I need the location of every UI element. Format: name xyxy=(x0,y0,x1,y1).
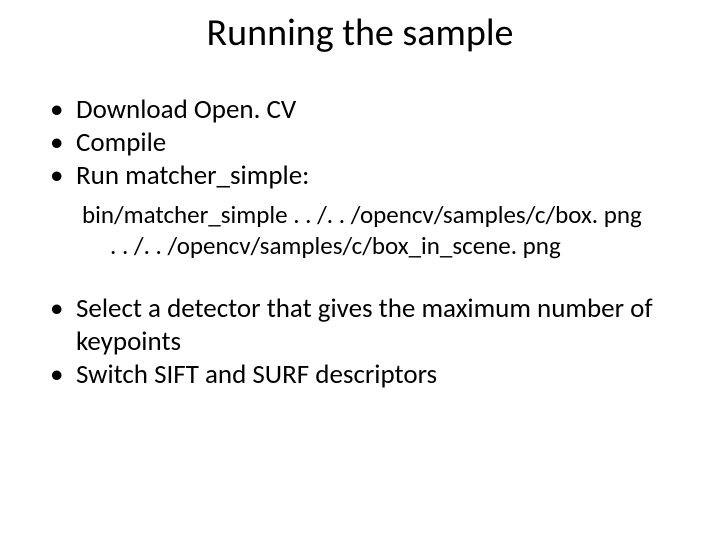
command-line: bin/matcher_simple . . /. . /opencv/samp… xyxy=(82,199,642,230)
bullet-item: Download Open. CV xyxy=(50,94,680,127)
bullet-text: Download Open. CV xyxy=(76,93,296,126)
bullet-text: Run matcher_simple: xyxy=(76,159,309,192)
bullet-text: Switch SIFT and SURF descriptors xyxy=(76,358,437,391)
bullet-list: Download Open. CV Compile Run matcher_si… xyxy=(40,94,680,193)
slide: Running the sample Download Open. CV Com… xyxy=(0,0,720,540)
command-line: . . /. . /opencv/samples/c/box_in_scene.… xyxy=(82,230,680,261)
bullet-item: Run matcher_simple: xyxy=(50,160,680,193)
slide-title: Running the sample xyxy=(40,10,680,56)
bullet-list: Select a detector that gives the maximum… xyxy=(40,293,680,392)
bullet-text: Compile xyxy=(76,126,166,159)
bullet-text: Select a detector that gives the maximum… xyxy=(76,292,653,358)
bullet-item: Select a detector that gives the maximum… xyxy=(50,293,680,359)
bullet-item: Compile xyxy=(50,127,680,160)
command-block: bin/matcher_simple . . /. . /opencv/samp… xyxy=(40,199,680,262)
bullet-item: Switch SIFT and SURF descriptors xyxy=(50,359,680,392)
